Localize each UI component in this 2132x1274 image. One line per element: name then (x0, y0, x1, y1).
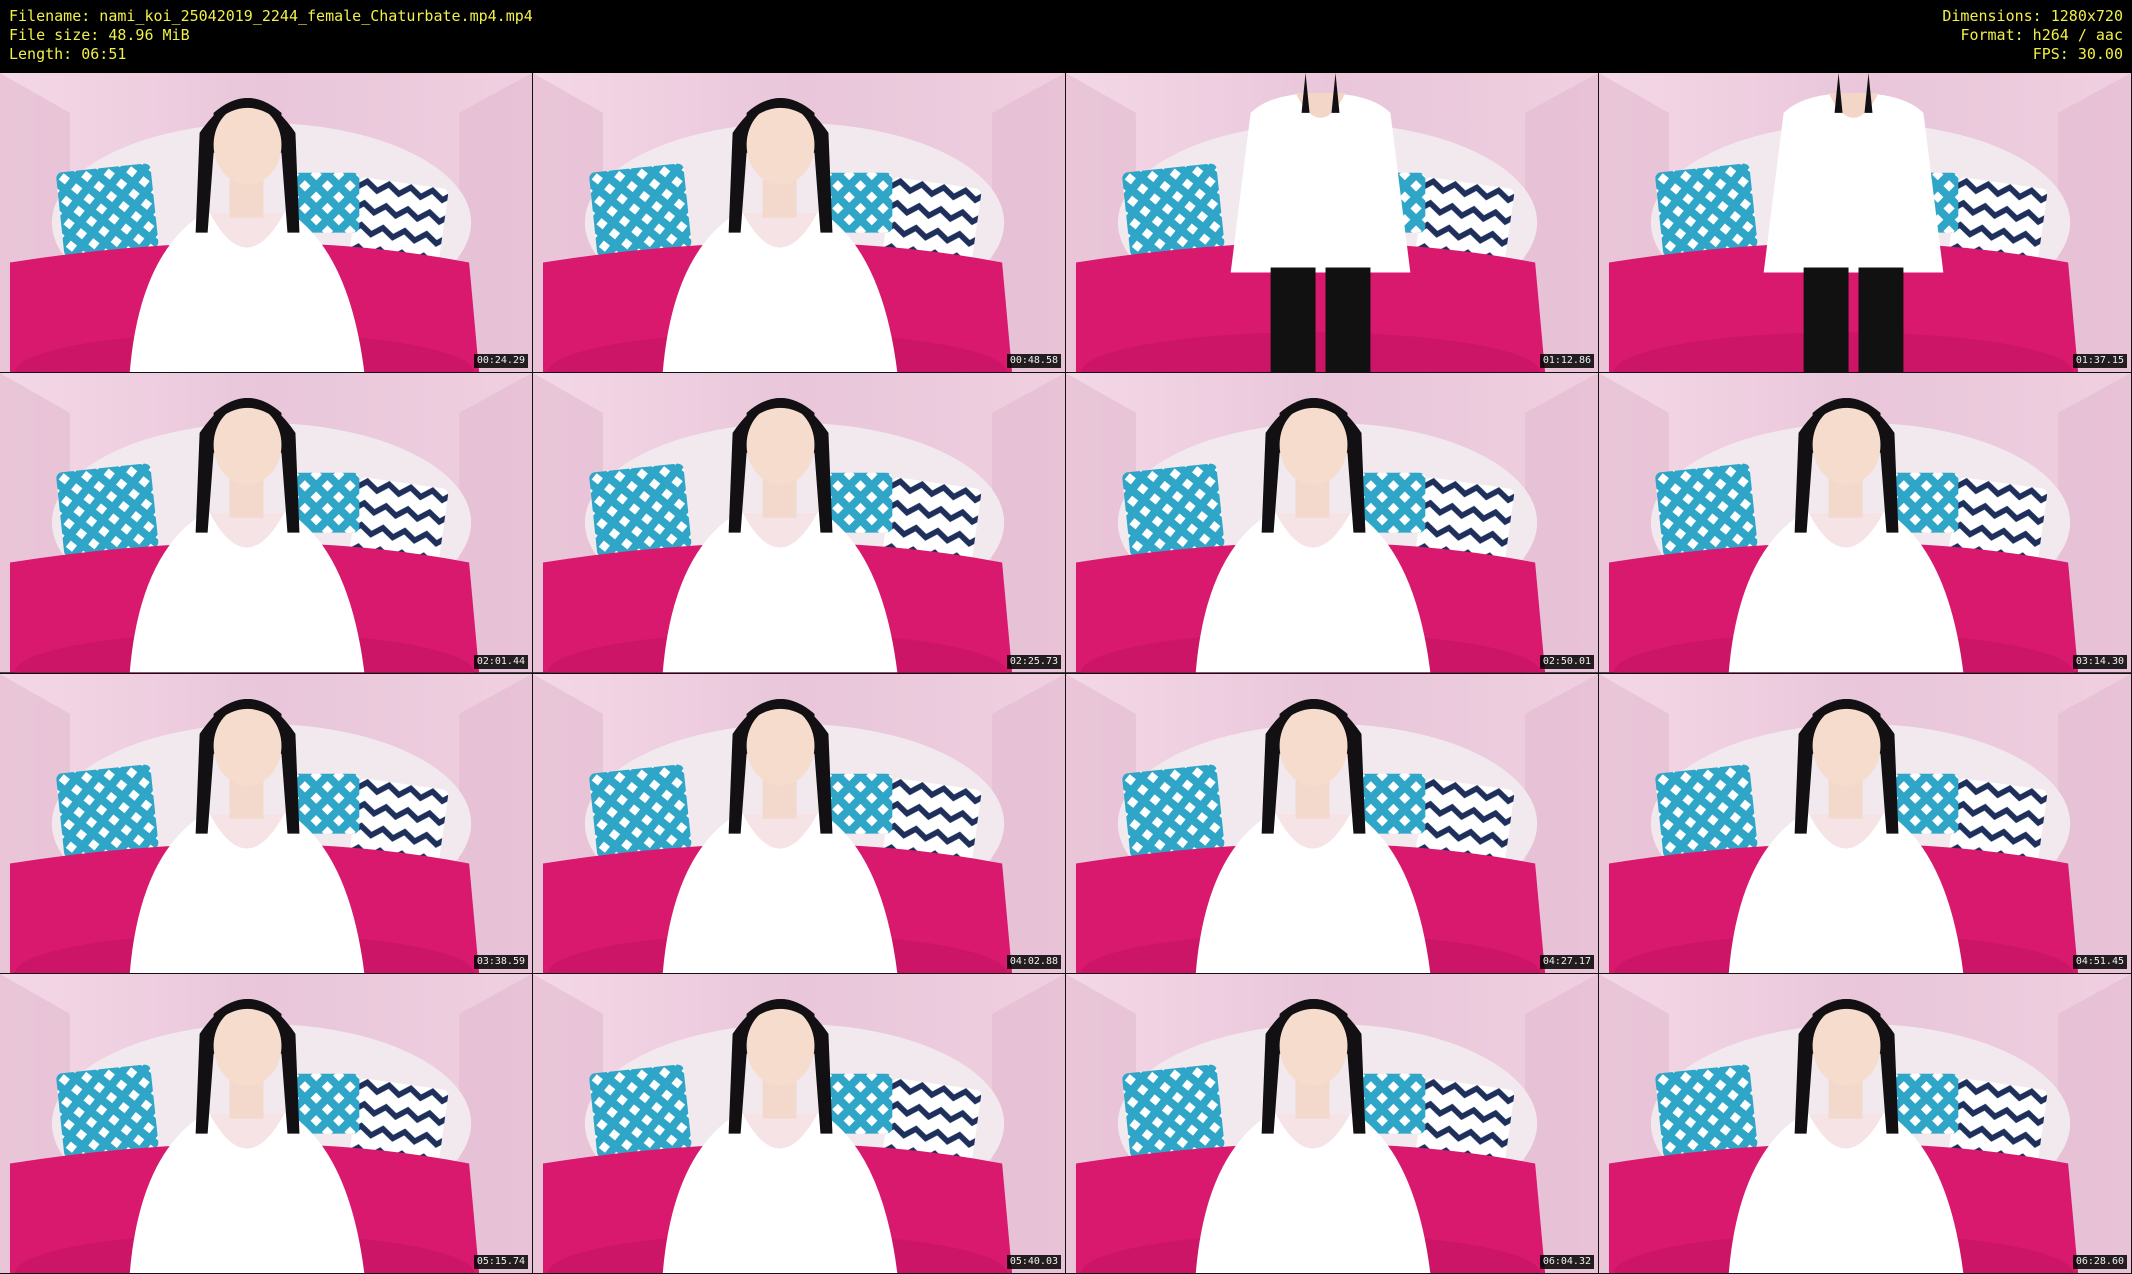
frame-image (1066, 373, 1598, 673)
frame-image (1599, 973, 2131, 1273)
timestamp-label: 04:51.45 (2072, 954, 2127, 969)
timestamp-label: 05:15.74 (473, 1255, 528, 1269)
thumbnail-frame: 00:24.29 (0, 73, 533, 374)
timestamp-label: 02:25.73 (1006, 654, 1061, 669)
thumbnail-frame: 04:02.88 (533, 673, 1066, 974)
timestamp-label: 06:04.32 (1539, 1255, 1594, 1269)
timestamp-label: 06:28.60 (2072, 1255, 2127, 1269)
frame-image (1599, 73, 2131, 373)
length-line: Length: 06:51 (9, 45, 127, 63)
thumbnail-frame: 02:01.44 (0, 373, 533, 674)
timestamp-label: 03:14.30 (2072, 654, 2127, 669)
frame-image (1599, 373, 2131, 673)
thumbnail-frame: 04:27.17 (1066, 673, 1599, 974)
thumbnail-frame: 04:51.45 (1599, 673, 2132, 974)
timestamp-label: 00:48.58 (1006, 354, 1061, 369)
frame-image (0, 973, 532, 1273)
frame-image (533, 673, 1065, 973)
frame-image (1066, 973, 1598, 1273)
thumbnail-frame: 06:04.32 (1066, 973, 1599, 1274)
frame-image (533, 373, 1065, 673)
frame-image (0, 673, 532, 973)
thumbnail-frame: 03:38.59 (0, 673, 533, 974)
timestamp-label: 02:50.01 (1539, 654, 1594, 669)
thumbnail-frame: 05:40.03 (533, 973, 1066, 1274)
file-info: Filename: nami_koi_25042019_2244_female_… (9, 7, 533, 64)
frame-image (0, 373, 532, 673)
dimensions-line: Dimensions: 1280x720 (1942, 7, 2123, 25)
fps-line: FPS: 30.00 (2032, 45, 2123, 63)
thumbnail-frame: 02:50.01 (1066, 373, 1599, 674)
timestamp-label: 05:40.03 (1006, 1255, 1061, 1269)
frame-image (533, 73, 1065, 373)
timestamp-label: 00:24.29 (473, 354, 528, 369)
thumbnail-frame: 02:25.73 (533, 373, 1066, 674)
thumbnail-frame: 05:15.74 (0, 973, 533, 1274)
timestamp-label: 04:02.88 (1006, 954, 1061, 969)
stream-info: Dimensions: 1280x720 Format: h264 / aac … (1942, 7, 2123, 64)
thumbnail-frame: 01:12.86 (1066, 73, 1599, 374)
thumbnail-grid: 00:24.29 00:48.58 01:12.86 01:37.15 02:0… (0, 73, 2132, 1274)
frame-image (0, 73, 532, 373)
timestamp-label: 02:01.44 (473, 654, 528, 669)
frame-image (1066, 673, 1598, 973)
thumbnail-frame: 01:37.15 (1599, 73, 2132, 374)
filename-line: Filename: nami_koi_25042019_2244_female_… (9, 7, 533, 25)
thumbnail-frame: 06:28.60 (1599, 973, 2132, 1274)
filesize-line: File size: 48.96 MiB (9, 26, 190, 44)
format-line: Format: h264 / aac (1960, 26, 2123, 44)
timestamp-label: 01:12.86 (1539, 354, 1594, 369)
thumbnail-frame: 03:14.30 (1599, 373, 2132, 674)
timestamp-label: 01:37.15 (2072, 354, 2127, 369)
frame-image (1066, 73, 1598, 373)
contact-sheet-header: Filename: nami_koi_25042019_2244_female_… (0, 0, 2132, 73)
thumbnail-frame: 00:48.58 (533, 73, 1066, 374)
frame-image (533, 973, 1065, 1273)
timestamp-label: 03:38.59 (473, 954, 528, 969)
frame-image (1599, 673, 2131, 973)
timestamp-label: 04:27.17 (1539, 954, 1594, 969)
